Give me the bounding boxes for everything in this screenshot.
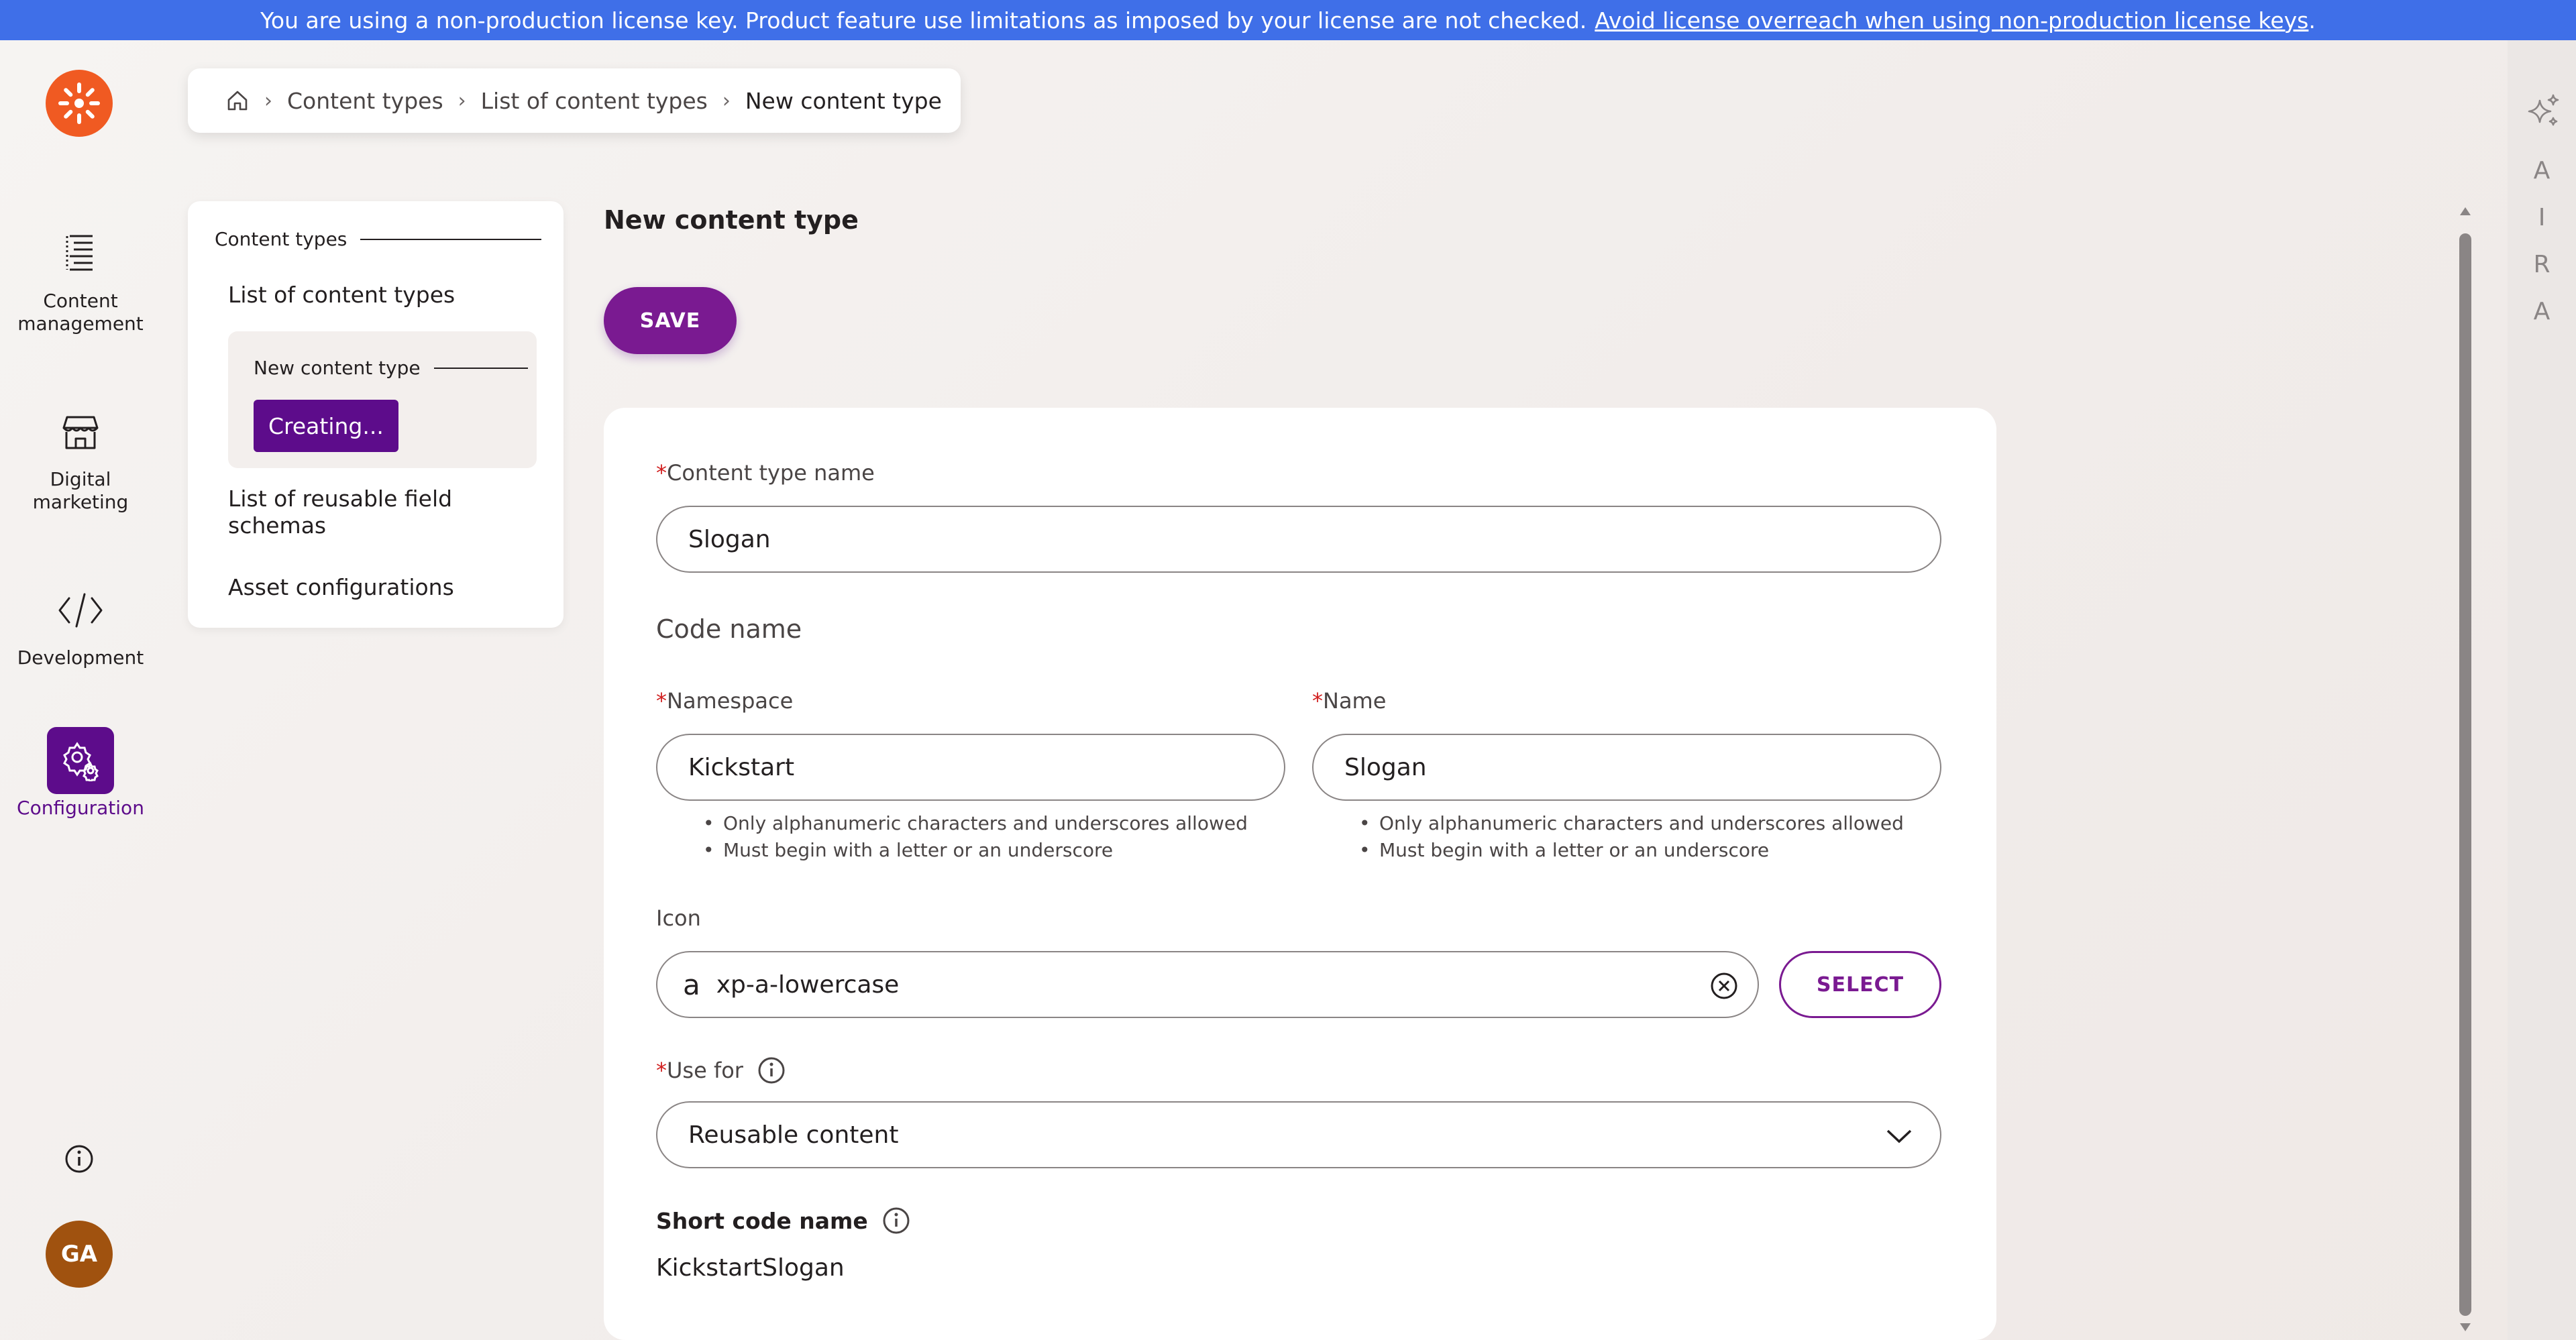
subnav-item-creating[interactable]: Creating... <box>254 400 398 452</box>
namespace-input[interactable]: Kickstart <box>656 734 1285 801</box>
aira-letter: A <box>2533 298 2551 325</box>
aira-letter: R <box>2533 251 2551 278</box>
scroll-up-icon[interactable] <box>2458 204 2473 219</box>
breadcrumb-current: New content type <box>745 87 942 114</box>
subnav-sub-group-title: New content type <box>254 357 528 379</box>
icon-input[interactable]: a xp-a-lowercase <box>656 951 1759 1018</box>
breadcrumb-separator-icon: › <box>458 89 466 113</box>
aira-letter: A <box>2533 157 2551 184</box>
breadcrumb-separator-icon: › <box>264 89 272 113</box>
short-code-name-label: Short code name <box>656 1206 911 1235</box>
license-banner: You are using a non-production license k… <box>0 0 2576 40</box>
info-icon[interactable] <box>881 1206 911 1235</box>
sparkle-icon[interactable] <box>2522 91 2563 131</box>
icon-label: Icon <box>656 905 701 931</box>
nav-digital-marketing[interactable]: Digital marketing <box>0 398 161 514</box>
chevron-down-icon <box>1886 1129 1912 1143</box>
nav-configuration[interactable]: Configuration <box>0 727 161 820</box>
code-icon <box>47 577 114 644</box>
content-type-name-input[interactable]: Slogan <box>656 506 1941 573</box>
name-input[interactable]: Slogan <box>1312 734 1941 801</box>
content-management-icon <box>47 220 114 287</box>
app-logo[interactable] <box>46 70 113 137</box>
use-for-label: * Use for <box>656 1056 786 1085</box>
aira-letter: I <box>2538 204 2546 231</box>
license-banner-suffix: . <box>2308 7 2316 34</box>
main-navigation-rail: Content management Digital marketing Dev… <box>0 40 161 1340</box>
icon-input-value: xp-a-lowercase <box>716 970 900 999</box>
code-name-heading: Code name <box>656 614 802 644</box>
scrollbar-thumb[interactable] <box>2459 233 2471 1316</box>
page-title: New content type <box>604 205 859 235</box>
aira-panel[interactable]: A I R A <box>2508 40 2576 1340</box>
name-hints: Only alphanumeric characters and undersc… <box>1359 810 1904 864</box>
secondary-navigation: Content types List of content types New … <box>188 201 564 628</box>
icon-preview-icon: a <box>683 968 700 1001</box>
kentico-logo-icon <box>58 82 100 124</box>
info-icon[interactable] <box>63 1143 95 1175</box>
use-for-value: Reusable content <box>688 1121 899 1149</box>
save-button[interactable]: SAVE <box>604 287 737 354</box>
scroll-down-icon[interactable] <box>2458 1320 2473 1335</box>
nav-digital-marketing-label: Digital marketing <box>32 468 129 513</box>
license-banner-link[interactable]: Avoid license overreach when using non-p… <box>1595 7 2308 34</box>
content-type-form: *Content type name Slogan Code name *Nam… <box>604 408 1996 1340</box>
info-icon[interactable] <box>757 1056 786 1085</box>
storefront-icon <box>47 398 114 465</box>
main-scrollbar[interactable] <box>2455 201 2475 1340</box>
breadcrumb-separator-icon: › <box>722 89 731 113</box>
namespace-hints: Only alphanumeric characters and undersc… <box>703 810 1248 864</box>
content-type-name-label: *Content type name <box>656 460 875 486</box>
use-for-dropdown[interactable]: Reusable content <box>656 1101 1941 1168</box>
breadcrumb-content-types[interactable]: Content types <box>287 88 443 114</box>
nav-content-management[interactable]: Content management <box>0 220 161 335</box>
subnav-sub-group: New content type Creating... <box>228 331 537 468</box>
nav-content-management-label: Content management <box>17 290 144 335</box>
license-banner-text: You are using a non-production license k… <box>260 7 1587 34</box>
clear-circle-icon[interactable] <box>1709 971 1739 1001</box>
breadcrumb-list-of-content-types[interactable]: List of content types <box>481 88 708 114</box>
short-code-name-value: KickstartSlogan <box>656 1254 845 1282</box>
nav-development-label: Development <box>17 647 144 669</box>
gear-icon <box>47 727 114 794</box>
subnav-item-asset-configurations[interactable]: Asset configurations <box>228 574 523 601</box>
user-avatar[interactable]: GA <box>46 1221 113 1288</box>
icon-select-button[interactable]: SELECT <box>1779 951 1941 1018</box>
nav-development[interactable]: Development <box>0 577 161 669</box>
namespace-label: *Namespace <box>656 688 794 714</box>
subnav-group-title: Content types <box>215 228 542 250</box>
subnav-item-reusable-field-schemas[interactable]: List of reusable field schemas <box>228 486 523 539</box>
nav-configuration-label: Configuration <box>17 797 144 819</box>
subnav-item-list-of-content-types[interactable]: List of content types <box>228 282 523 309</box>
home-icon[interactable] <box>225 89 250 113</box>
breadcrumb: › Content types › List of content types … <box>188 68 961 133</box>
name-label: *Name <box>1312 688 1387 714</box>
